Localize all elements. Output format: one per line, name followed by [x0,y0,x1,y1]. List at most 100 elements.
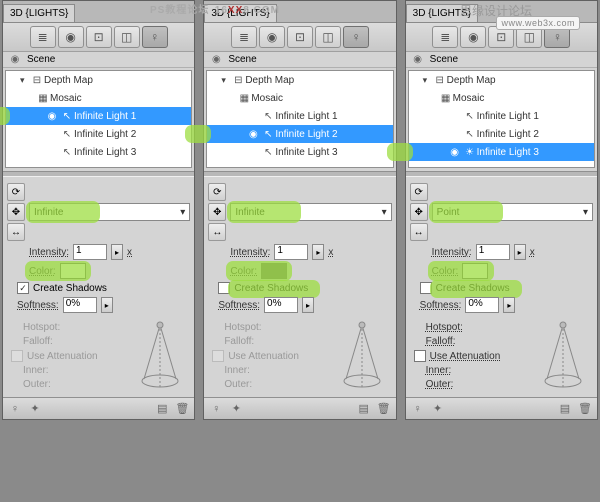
toggle-light-icon[interactable]: ♀ [7,401,23,417]
material-icon[interactable]: ◫ [315,26,341,48]
scene-node-light[interactable]: ↖Infinite Light 3 [6,143,191,161]
tab-3d-lights[interactable]: 3D {LIGHTS} [3,4,75,22]
create-shadows-label: Create Shadows [234,283,308,294]
scene-node-light[interactable]: ↖Infinite Light 3 [207,143,392,161]
intensity-input[interactable]: 1 [476,244,510,260]
scale-icon[interactable]: ↔ [208,223,226,241]
delete-light-icon[interactable]: 🗑 [174,401,190,417]
light-icon[interactable]: ♀ [343,26,369,48]
sphere-icon[interactable]: ◉ [259,26,285,48]
create-shadows-checkbox[interactable]: ✓ [17,282,29,294]
light-type-dropdown[interactable]: Infinite [29,203,190,221]
layers-icon[interactable]: ≣ [30,26,56,48]
panel-footer: ♀✦ ▤🗑 [406,397,597,419]
move-icon[interactable]: ✥ [208,203,226,221]
create-shadows-label: Create Shadows [436,283,510,294]
softness-slider-icon[interactable]: ▸ [302,297,314,313]
create-shadows-checkbox[interactable] [420,282,432,294]
shadows-row: Create Shadows [208,282,391,294]
color-row: Color: [208,263,391,279]
scene-node-light[interactable]: ◉↖Infinite Light 1 [6,107,191,125]
outer-label: Outer: [426,379,454,390]
light-type-dropdown[interactable]: Infinite [230,203,391,221]
scene-node-depth-map[interactable]: ▾⊟Depth Map [6,71,191,89]
light-guides-icon[interactable]: ✦ [27,401,43,417]
inner-label: Inner: [23,365,49,376]
transform-tools: ⟳ ✥ ↔ [208,183,226,241]
softness-input[interactable]: 0% [63,297,97,313]
delete-light-icon[interactable]: 🗑 [376,401,392,417]
intensity-slider-icon[interactable]: ▸ [312,244,324,260]
softness-input[interactable]: 0% [465,297,499,313]
outer-label: Outer: [224,379,252,390]
color-swatch[interactable] [60,263,86,279]
layers-icon[interactable]: ≣ [231,26,257,48]
scale-icon[interactable]: ↔ [7,223,25,241]
use-attenuation-checkbox[interactable] [414,350,426,362]
light-type-row: ⟳ ✥ ↔Infinite [7,183,190,241]
create-shadows-checkbox[interactable] [218,282,230,294]
softness-input[interactable]: 0% [264,297,298,313]
falloff-label: Falloff: [426,336,456,347]
intensity-row: Intensity:1▸x [7,244,190,260]
softness-slider-icon[interactable]: ▸ [503,297,515,313]
scale-icon[interactable]: ↔ [410,223,428,241]
toggle-light-icon[interactable]: ♀ [208,401,224,417]
filter-icon-row: ≣◉⊡◫♀ [3,23,194,52]
shadows-row: Create Shadows [410,282,593,294]
softness-label: Softness: [218,300,260,311]
outer-label: Outer: [23,379,51,390]
scene-node-mosaic[interactable]: ▦Mosaic [409,89,594,107]
new-light-icon[interactable]: ▤ [154,401,170,417]
toggle-light-icon[interactable]: ♀ [410,401,426,417]
softness-slider-icon[interactable]: ▸ [101,297,113,313]
scene-node-depth-map[interactable]: ▾⊟Depth Map [409,71,594,89]
rotate-icon[interactable]: ⟳ [7,183,25,201]
mesh-icon[interactable]: ⊡ [287,26,313,48]
attenuation-block: Hotspot:Falloff:Use AttenuationInner:Out… [208,317,391,395]
use-attenuation-checkbox [11,350,23,362]
scene-node-light[interactable]: ↖Infinite Light 2 [6,125,191,143]
scene-node-mosaic[interactable]: ▦Mosaic [6,89,191,107]
rotate-icon[interactable]: ⟳ [410,183,428,201]
move-icon[interactable]: ✥ [7,203,25,221]
filter-icon-row: ≣◉⊡◫♀ [204,23,395,52]
mesh-icon[interactable]: ⊡ [86,26,112,48]
intensity-slider-icon[interactable]: ▸ [514,244,526,260]
scene-node-light[interactable]: ↖Infinite Light 2 [409,125,594,143]
move-icon[interactable]: ✥ [410,203,428,221]
layers-icon[interactable]: ≣ [432,26,458,48]
sphere-icon[interactable]: ◉ [58,26,84,48]
inner-label: Inner: [426,365,452,376]
color-row: Color: [7,263,190,279]
light-icon[interactable]: ♀ [142,26,168,48]
new-light-icon[interactable]: ▤ [356,401,372,417]
intensity-input[interactable]: 1 [274,244,308,260]
scene-node-light[interactable]: ↖Infinite Light 1 [207,107,392,125]
sphere-icon[interactable]: ◉ [460,26,486,48]
scene-node-light[interactable]: ↖Infinite Light 1 [409,107,594,125]
light-type-dropdown[interactable]: Point [432,203,593,221]
color-swatch[interactable] [462,263,488,279]
material-icon[interactable]: ◫ [114,26,140,48]
scene-node-light[interactable]: ◉↖Infinite Light 2 [207,125,392,143]
color-swatch[interactable] [261,263,287,279]
scene-node-depth-map[interactable]: ▾⊟Depth Map [207,71,392,89]
rotate-icon[interactable]: ⟳ [208,183,226,201]
use-attenuation-label: Use Attenuation [430,351,501,362]
new-light-icon[interactable]: ▤ [557,401,573,417]
intensity-input[interactable]: 1 [73,244,107,260]
create-shadows-label: Create Shadows [33,283,107,294]
scene-header: ◉Scene [3,52,194,68]
lights-panel: 3D {LIGHTS}≣◉⊡◫♀◉Scene▾⊟Depth Map▦Mosaic… [2,0,195,420]
light-properties: ⟳✥↔PointIntensity:1▸xColor:Create Shadow… [406,178,597,397]
light-guides-icon[interactable]: ✦ [430,401,446,417]
light-type-row: ⟳ ✥ ↔Point [410,183,593,241]
light-properties: ⟳ ✥ ↔Infinite Intensity:1▸x Color: ✓ Create Sh… [3,178,194,397]
scene-node-mosaic[interactable]: ▦Mosaic [207,89,392,107]
scene-header: ◉Scene [204,52,395,68]
light-guides-icon[interactable]: ✦ [228,401,244,417]
delete-light-icon[interactable]: 🗑 [577,401,593,417]
intensity-slider-icon[interactable]: ▸ [111,244,123,260]
scene-node-light[interactable]: ◉☀Infinite Light 3 [409,143,594,161]
